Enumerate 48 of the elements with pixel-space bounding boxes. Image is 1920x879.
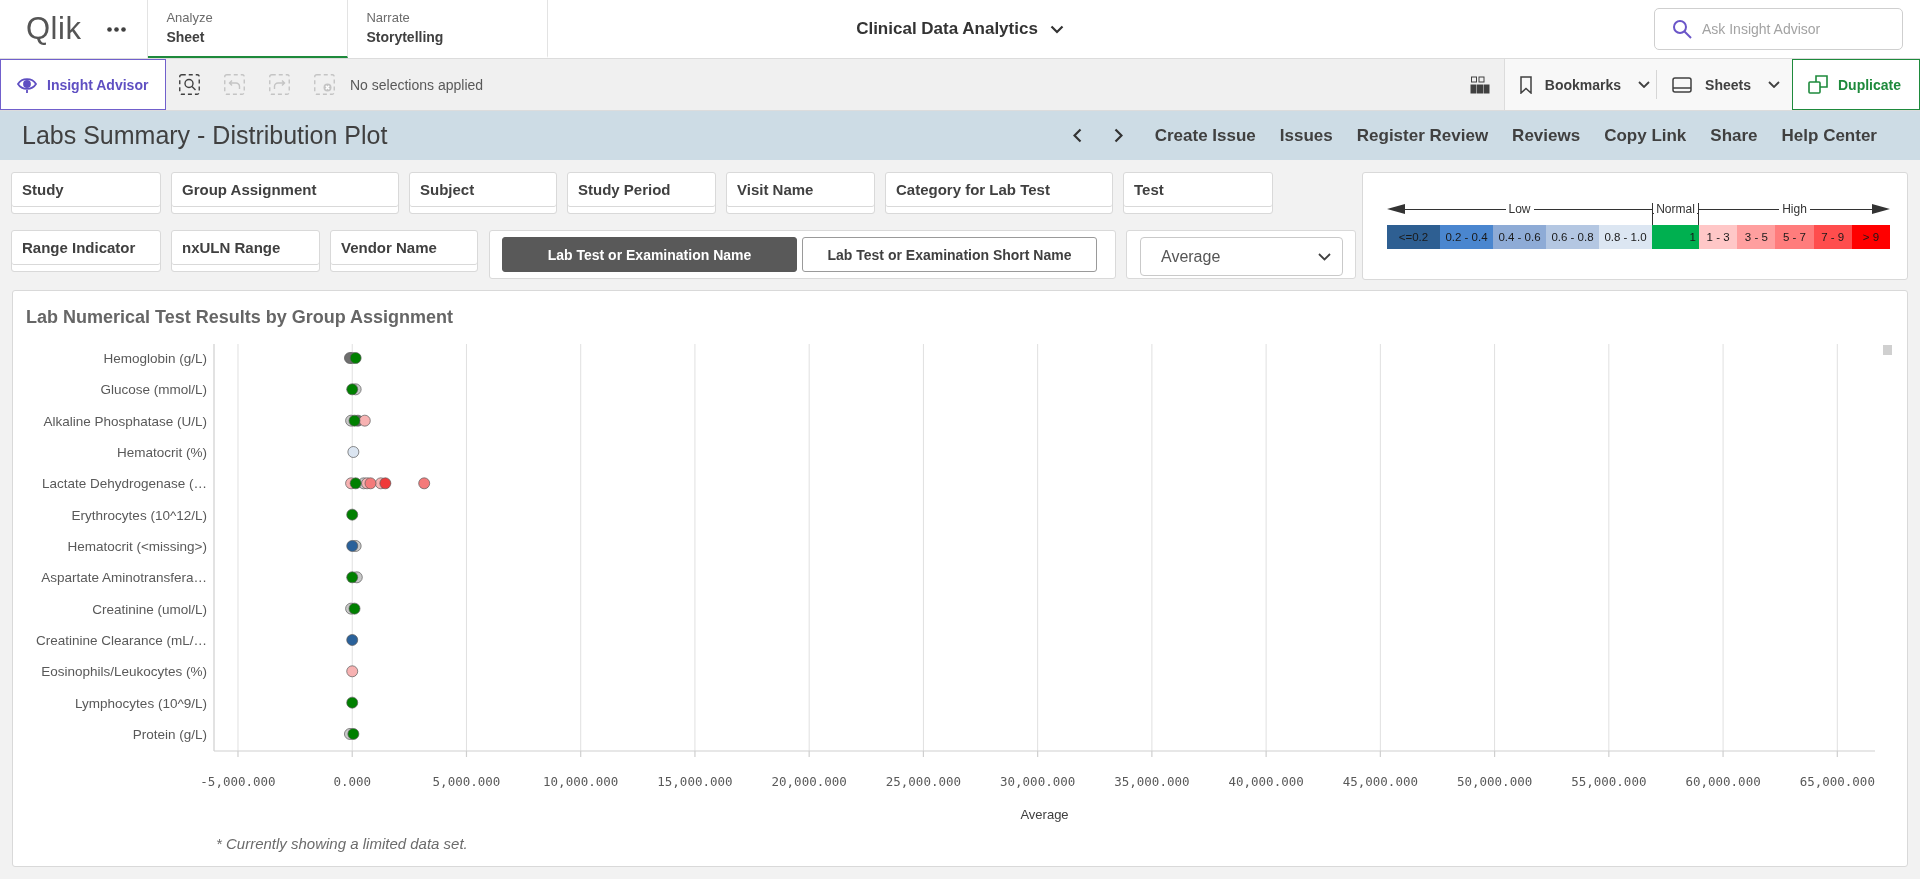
- legend-group-label: Low: [1507, 201, 1532, 218]
- footnote: * Currently showing a limited data set.: [216, 835, 469, 853]
- qlik-logo: Qlik: [26, 11, 82, 47]
- tick-label: 0.000: [333, 774, 372, 789]
- legend-range: 0.8 - 1.0: [1599, 225, 1652, 249]
- selection-status: No selections applied: [350, 76, 484, 93]
- tick-label: 20,000.000: [771, 774, 847, 789]
- category-label: Creatinine Clearance (mL/…: [35, 632, 207, 648]
- legend-range: 3 - 5: [1737, 225, 1776, 249]
- chart-title: Lab Numerical Test Results by Group Assignment: [26, 306, 455, 328]
- legend-range: 1 - 3: [1699, 225, 1738, 249]
- tick-label: 35,000.000: [1114, 774, 1190, 789]
- legend-range: > 9: [1851, 225, 1890, 249]
- legend-group-label: High: [1781, 201, 1808, 218]
- category-label: Lymphocytes (10^9/L): [75, 695, 207, 711]
- category-label: Creatinine (umol/L): [92, 601, 207, 617]
- axis-title: Average: [1020, 807, 1069, 822]
- category-label: Eosinophils/Leukocytes (%): [41, 664, 207, 680]
- tick-label: 5,000.000: [432, 774, 501, 789]
- tick-label: 10,000.000: [543, 774, 619, 789]
- tick-label: 60,000.000: [1685, 774, 1761, 789]
- tick-label: 65,000.000: [1799, 774, 1875, 789]
- category-label: Hematocrit (<missing>): [67, 539, 207, 554]
- legend-range: 7 - 9: [1813, 225, 1852, 249]
- tick-label: 30,000.000: [1000, 774, 1076, 789]
- tick-label: -5,000.000: [200, 774, 276, 789]
- category-label: Erythrocytes (10^12/L): [71, 507, 207, 523]
- tick-label: 15,000.000: [657, 774, 733, 789]
- tick-label: 45,000.000: [1342, 774, 1418, 789]
- legend-range: 0.2 - 0.4: [1440, 225, 1493, 249]
- category-label: Glucose (mmol/L): [100, 382, 207, 398]
- legend-range: 0.4 - 0.6: [1493, 225, 1546, 249]
- tick-label: 40,000.000: [1228, 774, 1304, 789]
- tick-label: 50,000.000: [1456, 774, 1533, 789]
- legend-range: 5 - 7: [1775, 225, 1814, 249]
- tick-label: 25,000.000: [885, 774, 962, 789]
- category-label: Lactate Dehydrogenase (…: [41, 476, 207, 492]
- legend-range: 0.6 - 0.8: [1546, 225, 1599, 249]
- category-label: Hematocrit (%): [117, 445, 207, 460]
- legend-range: <=0.2: [1387, 225, 1440, 249]
- legend-group-label: Normal: [1655, 203, 1696, 216]
- sheet-title: Labs Summary - Distribution Plot: [22, 121, 388, 150]
- legend-range: 1: [1652, 225, 1699, 249]
- tick-label: 55,000.000: [1571, 774, 1647, 789]
- category-label: Hemoglobin (g/L): [103, 351, 207, 366]
- category-label: Aspartate Aminotransfera…: [41, 570, 207, 586]
- category-label: Protein (g/L): [132, 726, 207, 742]
- category-label: Alkaline Phosphatase (U/L): [43, 413, 207, 429]
